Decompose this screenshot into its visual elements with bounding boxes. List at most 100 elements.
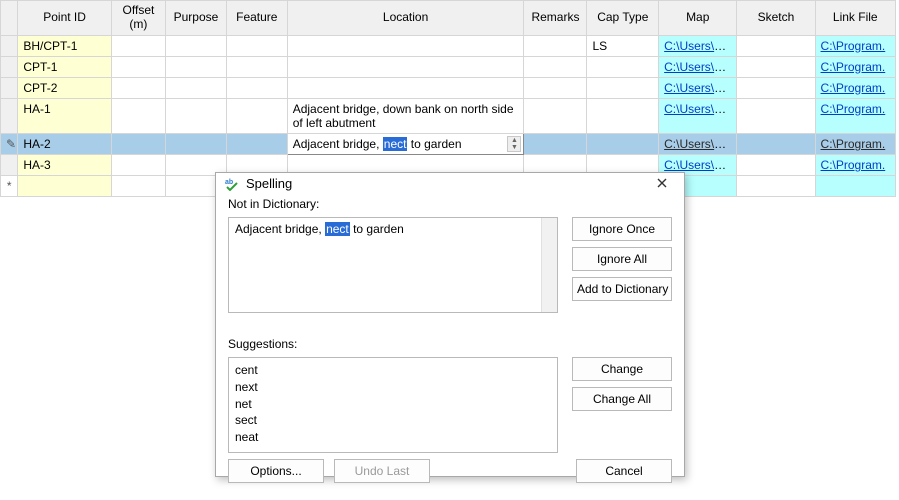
- add-to-dictionary-button[interactable]: Add to Dictionary: [572, 277, 672, 301]
- col-purpose[interactable]: Purpose: [166, 1, 227, 36]
- cell-point-id[interactable]: HA-3: [18, 155, 111, 176]
- cell-cap-type[interactable]: [587, 98, 659, 134]
- cell-point-id[interactable]: CPT-1: [18, 56, 111, 77]
- cell-link-file[interactable]: C:\Program.: [815, 98, 895, 134]
- map-link[interactable]: C:\Users\Ri...: [664, 102, 735, 116]
- row-selector[interactable]: [1, 35, 18, 56]
- cell-map[interactable]: C:\Users\Ri...: [659, 134, 737, 155]
- row-selector-new[interactable]: *: [1, 176, 18, 197]
- change-all-button[interactable]: Change All: [572, 387, 672, 411]
- ignore-all-button[interactable]: Ignore All: [572, 247, 672, 271]
- col-link-file[interactable]: Link File: [815, 1, 895, 36]
- cell-link-file[interactable]: C:\Program.: [815, 77, 895, 98]
- options-button[interactable]: Options...: [228, 459, 324, 483]
- suggestion-item[interactable]: cent: [235, 362, 551, 379]
- map-link[interactable]: C:\Users\Ri...: [664, 60, 735, 74]
- cell-map[interactable]: C:\Users\Ri...: [659, 35, 737, 56]
- suggestions-list[interactable]: cent next net sect neat: [228, 357, 558, 453]
- suggestion-item[interactable]: neat: [235, 429, 551, 446]
- cell-cap-type[interactable]: [587, 77, 659, 98]
- suggestion-item[interactable]: sect: [235, 412, 551, 429]
- cell-sketch[interactable]: [737, 35, 815, 56]
- location-text-post: to garden: [407, 137, 461, 151]
- cell-remarks[interactable]: [524, 35, 587, 56]
- col-location[interactable]: Location: [287, 1, 524, 36]
- linkfile-link[interactable]: C:\Program.: [821, 81, 886, 95]
- dialog-title: Spelling: [246, 176, 642, 191]
- cell-location[interactable]: [287, 56, 524, 77]
- cell-point-id[interactable]: CPT-2: [18, 77, 111, 98]
- col-feature[interactable]: Feature: [226, 1, 287, 36]
- cell-link-file[interactable]: C:\Program.: [815, 56, 895, 77]
- cell-point-id[interactable]: HA-1: [18, 98, 111, 134]
- cell-spinner[interactable]: ▲▼: [507, 136, 521, 152]
- close-button[interactable]: [648, 173, 676, 193]
- cell-point-id[interactable]: HA-2: [18, 134, 111, 155]
- cell-link-file[interactable]: C:\Program.: [815, 155, 895, 176]
- ignore-once-button[interactable]: Ignore Once: [572, 217, 672, 241]
- table-row[interactable]: BH/CPT-1 LS C:\Users\Ri... C:\Program.: [1, 35, 896, 56]
- cell-purpose[interactable]: [166, 35, 227, 56]
- cell-cap-type[interactable]: [587, 134, 659, 155]
- cell-map[interactable]: C:\Users\Ri...: [659, 56, 737, 77]
- cell-map[interactable]: C:\Users\Ri...: [659, 98, 737, 134]
- spellcheck-icon: ab: [224, 175, 240, 191]
- table-row[interactable]: HA-1 Adjacent bridge, down bank on north…: [1, 98, 896, 134]
- cell-offset[interactable]: [111, 35, 165, 56]
- col-point-id[interactable]: Point ID: [18, 1, 111, 36]
- table-row[interactable]: CPT-2 C:\Users\Ri... C:\Program.: [1, 77, 896, 98]
- location-text-pre: Adjacent bridge,: [293, 137, 383, 151]
- linkfile-link[interactable]: C:\Program.: [821, 102, 886, 116]
- chevron-down-icon[interactable]: ▼: [508, 144, 520, 151]
- row-selector[interactable]: [1, 77, 18, 98]
- not-in-dictionary-box[interactable]: Adjacent bridge, nect to garden: [228, 217, 558, 313]
- row-selector-editing[interactable]: ✎: [1, 134, 18, 155]
- scrollbar[interactable]: [541, 218, 557, 312]
- linkfile-link[interactable]: C:\Program.: [821, 158, 886, 172]
- cell-location[interactable]: Adjacent bridge, down bank on north side…: [287, 98, 524, 134]
- map-link[interactable]: C:\Users\Ri...: [664, 39, 735, 53]
- col-offset[interactable]: Offset (m): [111, 1, 165, 36]
- suggestion-item[interactable]: net: [235, 396, 551, 413]
- svg-text:ab: ab: [225, 179, 233, 186]
- grid-header-row: Point ID Offset (m) Purpose Feature Loca…: [1, 1, 896, 36]
- change-button[interactable]: Change: [572, 357, 672, 381]
- col-map[interactable]: Map: [659, 1, 737, 36]
- linkfile-link[interactable]: C:\Program.: [821, 137, 886, 151]
- col-remarks[interactable]: Remarks: [524, 1, 587, 36]
- row-selector[interactable]: [1, 56, 18, 77]
- nid-text-post: to garden: [350, 222, 404, 236]
- map-link[interactable]: C:\Users\Ri...: [664, 137, 735, 151]
- cancel-button[interactable]: Cancel: [576, 459, 672, 483]
- map-link[interactable]: C:\Users\Ri...: [664, 81, 735, 95]
- table-row[interactable]: CPT-1 C:\Users\Ri... C:\Program.: [1, 56, 896, 77]
- table-row-selected[interactable]: ✎ HA-2 Adjacent bridge, nect to garden ▲…: [1, 134, 896, 155]
- linkfile-link[interactable]: C:\Program.: [821, 60, 886, 74]
- spelling-dialog: ab Spelling Not in Dictionary: Adjacent …: [215, 172, 685, 477]
- col-cap-type[interactable]: Cap Type: [587, 1, 659, 36]
- undo-last-button[interactable]: Undo Last: [334, 459, 430, 483]
- suggestion-item[interactable]: next: [235, 379, 551, 396]
- cell-cap-type[interactable]: LS: [587, 35, 659, 56]
- cell-link-file[interactable]: C:\Program.: [815, 134, 895, 155]
- row-selector[interactable]: [1, 98, 18, 134]
- linkfile-link[interactable]: C:\Program.: [821, 39, 886, 53]
- nid-text-pre: Adjacent bridge,: [235, 222, 325, 236]
- cell-location[interactable]: [287, 35, 524, 56]
- row-selector-header: [1, 1, 18, 36]
- cell-point-id[interactable]: BH/CPT-1: [18, 35, 111, 56]
- chevron-up-icon[interactable]: ▲: [508, 137, 520, 144]
- not-in-dictionary-label: Not in Dictionary:: [228, 197, 558, 211]
- cell-cap-type[interactable]: [587, 56, 659, 77]
- location-text-highlight: nect: [383, 137, 408, 151]
- cell-link-file[interactable]: C:\Program.: [815, 35, 895, 56]
- cell-location-editing[interactable]: Adjacent bridge, nect to garden ▲▼: [287, 134, 524, 155]
- row-selector[interactable]: [1, 155, 18, 176]
- map-link[interactable]: C:\Users\Ri...: [664, 158, 735, 172]
- cell-location[interactable]: [287, 77, 524, 98]
- dialog-titlebar[interactable]: ab Spelling: [216, 173, 684, 193]
- cell-feature[interactable]: [226, 35, 287, 56]
- data-grid[interactable]: Point ID Offset (m) Purpose Feature Loca…: [0, 0, 896, 197]
- cell-map[interactable]: C:\Users\Ri...: [659, 77, 737, 98]
- col-sketch[interactable]: Sketch: [737, 1, 815, 36]
